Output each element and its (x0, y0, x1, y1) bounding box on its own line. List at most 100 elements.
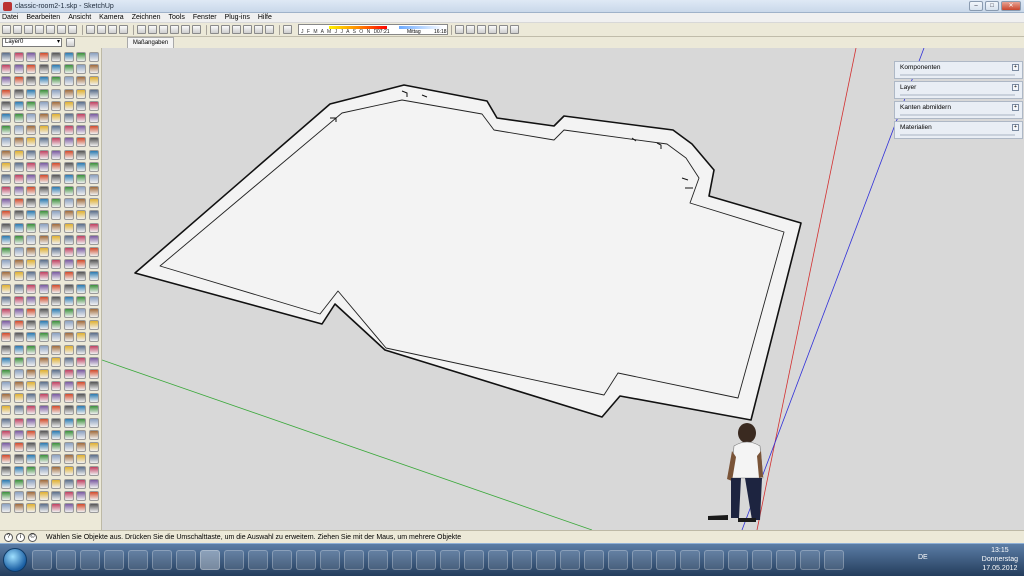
tool-icon[interactable] (76, 234, 86, 245)
redo-icon[interactable] (97, 25, 106, 34)
tool-icon[interactable] (1, 442, 11, 452)
paste-icon[interactable] (57, 25, 66, 34)
tool-icon[interactable] (51, 125, 61, 136)
tool-icon[interactable] (63, 173, 74, 184)
tool-icon[interactable] (63, 161, 74, 172)
tool-icon[interactable] (76, 173, 86, 184)
tool-icon[interactable] (38, 332, 49, 343)
tool-icon[interactable] (88, 368, 99, 379)
tool-icon[interactable] (76, 502, 86, 513)
print-icon[interactable] (108, 25, 117, 34)
tool-icon[interactable] (13, 210, 24, 221)
tool-icon[interactable] (76, 344, 86, 355)
tool-icon[interactable] (63, 356, 74, 367)
tool-icon[interactable] (76, 198, 86, 209)
tool-icon[interactable] (38, 222, 49, 233)
tool-icon[interactable] (63, 490, 74, 501)
tool-icon[interactable] (88, 295, 99, 306)
tool-icon[interactable] (26, 76, 36, 87)
tool-icon[interactable] (13, 234, 24, 245)
tool-icon[interactable] (76, 125, 86, 136)
tool-icon[interactable] (26, 490, 36, 501)
tool-icon[interactable] (88, 502, 99, 513)
taskbar-app-icon[interactable] (560, 550, 580, 570)
monochrome-icon[interactable] (265, 25, 274, 34)
menu-bearbeiten[interactable]: Bearbeiten (26, 14, 60, 21)
tool-icon[interactable] (38, 429, 49, 440)
tool-icon[interactable] (13, 295, 24, 306)
tool-icon[interactable] (76, 478, 86, 489)
layer-manager-icon[interactable] (66, 38, 75, 47)
tool-icon[interactable] (26, 356, 36, 367)
iso-view-icon[interactable] (137, 25, 146, 34)
tool-icon[interactable] (1, 356, 11, 367)
tool-icon[interactable] (51, 64, 61, 75)
tray-expand-button[interactable]: + (1012, 104, 1019, 111)
tool-icon[interactable] (51, 234, 61, 245)
tool-icon[interactable] (51, 393, 61, 404)
tool-icon[interactable] (13, 198, 24, 209)
tool-icon[interactable] (1, 222, 11, 233)
tool-icon[interactable] (38, 417, 49, 428)
tool-icon[interactable] (38, 234, 49, 245)
tool-icon[interactable] (51, 454, 61, 465)
tool-icon[interactable] (88, 161, 99, 172)
tool-icon[interactable] (26, 149, 36, 160)
tool-icon[interactable] (76, 247, 86, 257)
tool-icon[interactable] (51, 442, 61, 452)
tool-icon[interactable] (1, 381, 11, 392)
open-file-icon[interactable] (13, 25, 22, 34)
tool-icon[interactable] (26, 454, 36, 465)
tool-icon[interactable] (26, 234, 36, 245)
tool-icon[interactable] (51, 198, 61, 209)
tool-icon[interactable] (1, 186, 11, 197)
tool-icon[interactable] (63, 210, 74, 221)
tool-icon[interactable] (38, 247, 49, 257)
taskbar-app-icon[interactable] (80, 550, 100, 570)
tool-icon[interactable] (13, 271, 24, 282)
tray-layer[interactable]: Layer + (894, 81, 1023, 99)
tool-icon[interactable] (76, 88, 86, 99)
menu-fenster[interactable]: Fenster (193, 14, 217, 21)
tool-icon[interactable] (88, 52, 99, 62)
tool-icon[interactable] (1, 198, 11, 209)
menu-zeichnen[interactable]: Zeichnen (132, 14, 161, 21)
tool-icon[interactable] (1, 247, 11, 257)
tool-icon[interactable] (26, 259, 36, 270)
tool-icon[interactable] (38, 52, 49, 62)
tool-icon[interactable] (13, 356, 24, 367)
tool-icon[interactable] (88, 307, 99, 318)
taskbar-app-icon[interactable] (824, 550, 844, 570)
tool-icon[interactable] (1, 259, 11, 270)
tool-icon[interactable] (76, 210, 86, 221)
tool-icon[interactable] (76, 490, 86, 501)
model-info-icon[interactable] (119, 25, 128, 34)
tool-icon[interactable] (13, 466, 24, 477)
top-view-icon[interactable] (148, 25, 157, 34)
tool-icon[interactable] (1, 234, 11, 245)
erase-icon[interactable] (68, 25, 77, 34)
tool-icon[interactable] (1, 429, 11, 440)
tool-icon[interactable] (51, 478, 61, 489)
tool-icon[interactable] (1, 173, 11, 184)
tool-icon[interactable] (38, 173, 49, 184)
tool-icon[interactable] (51, 52, 61, 62)
tool-icon[interactable] (13, 125, 24, 136)
tool-icon[interactable] (13, 186, 24, 197)
taskbar-app-icon[interactable] (176, 550, 196, 570)
tool-icon[interactable] (76, 332, 86, 343)
tool-icon[interactable] (76, 381, 86, 392)
tool-icon[interactable] (1, 490, 11, 501)
tool-icon[interactable] (26, 186, 36, 197)
tray-expand-button[interactable]: + (1012, 124, 1019, 131)
tool-icon[interactable] (63, 393, 74, 404)
tool-icon[interactable] (38, 478, 49, 489)
tool-icon[interactable] (38, 442, 49, 452)
tool-icon[interactable] (63, 125, 74, 136)
tool-icon[interactable] (63, 502, 74, 513)
taskbar-app-icon[interactable] (440, 550, 460, 570)
tool-icon[interactable] (63, 112, 74, 123)
left-view-icon[interactable] (192, 25, 201, 34)
google-earth-icon[interactable] (510, 25, 519, 34)
tool-icon[interactable] (13, 247, 24, 257)
